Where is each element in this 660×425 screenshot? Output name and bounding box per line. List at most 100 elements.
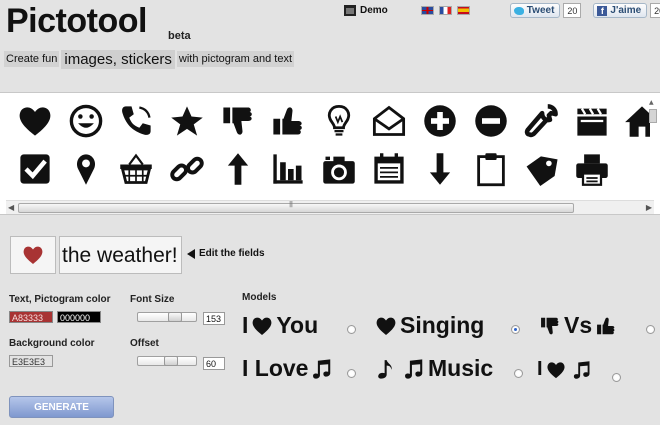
font-size-value[interactable]: 153 [203, 312, 225, 325]
tagline: Create fun images, stickers with pictogr… [4, 48, 295, 70]
pictogram-horizontal-scrollbar[interactable]: ◀ ▶ [6, 200, 654, 214]
pictogram-panel: ◀ ▶ [0, 92, 660, 215]
model-text: Singing [400, 312, 485, 338]
map-pin-icon[interactable] [61, 145, 112, 193]
models-label: Models [242, 292, 277, 303]
edit-hint-label: Edit the fields [199, 248, 265, 259]
smiley-icon[interactable] [61, 97, 112, 145]
language-flags [420, 6, 470, 15]
clapperboard-small-icon [344, 5, 356, 16]
model-text: Music [428, 355, 494, 381]
up-arrow-icon[interactable] [212, 145, 263, 193]
pictogram-grid [10, 97, 650, 201]
single-note-icon [378, 359, 392, 379]
font-size-slider[interactable] [137, 312, 197, 322]
pictogram-row [10, 145, 650, 193]
bar-chart-icon[interactable] [263, 145, 314, 193]
tagline-highlight: images, stickers [61, 49, 175, 69]
heart-icon [23, 246, 43, 264]
background-color-label: Background color [9, 338, 95, 349]
thumbs-up-icon[interactable] [263, 97, 314, 145]
scroll-right-arrow-icon[interactable]: ▶ [646, 203, 652, 212]
like-widget: f J'aime 20 [593, 3, 660, 18]
model-i-love-note[interactable]: I Love [242, 355, 336, 382]
offset-label: Offset [130, 338, 159, 349]
like-label: J'aime [610, 5, 642, 16]
plus-circle-icon[interactable] [415, 97, 466, 145]
demo-link[interactable]: Demo [360, 5, 388, 16]
model-text: I Love [242, 355, 309, 381]
model-4-radio[interactable] [347, 369, 356, 378]
font-size-label: Font Size [130, 294, 175, 305]
horizontal-scroll-thumb[interactable] [18, 201, 574, 213]
pictogram-field[interactable] [10, 236, 56, 274]
left-triangle-icon [187, 248, 195, 259]
phone-icon[interactable] [111, 97, 162, 145]
clapperboard-icon[interactable] [567, 97, 618, 145]
checkbox-icon[interactable] [10, 145, 61, 193]
font-size-slider-thumb[interactable] [168, 312, 182, 322]
text-input[interactable]: the weather! [59, 236, 182, 274]
model-thumbs-vs[interactable]: Vs [536, 312, 620, 339]
text-color-input[interactable]: A83333 [9, 311, 53, 323]
offset-value[interactable]: 60 [203, 357, 225, 370]
house-icon[interactable] [617, 97, 650, 145]
like-count: 20 [650, 3, 660, 18]
tagline-start: Create fun [4, 51, 60, 67]
tweet-widget: Tweet 20 [509, 3, 582, 18]
offset-slider[interactable] [137, 356, 197, 366]
heart-icon [252, 317, 272, 335]
model-3-radio[interactable] [646, 325, 655, 334]
camera-icon[interactable] [314, 145, 365, 193]
background-color-input[interactable]: E3E3E3 [9, 355, 53, 367]
offset-slider-thumb[interactable] [164, 356, 178, 366]
flag-fr-icon[interactable] [438, 6, 452, 15]
down-arrow-icon[interactable] [415, 145, 466, 193]
pictogram-vertical-scrollbar[interactable] [648, 99, 658, 203]
model-text: Vs [564, 312, 593, 338]
calendar-icon[interactable] [364, 145, 415, 193]
model-5-radio[interactable] [514, 369, 523, 378]
tagline-end: with pictogram and text [176, 51, 295, 67]
music-note-icon [405, 358, 423, 379]
color-label: Text, Pictogram color [9, 294, 111, 305]
model-i-heart-you[interactable]: I You [242, 312, 318, 339]
flag-uk-icon[interactable] [420, 6, 434, 15]
model-heart-singing[interactable]: Singing [372, 312, 484, 339]
model-1-radio[interactable] [347, 325, 356, 334]
star-icon[interactable] [162, 97, 213, 145]
basket-icon[interactable] [111, 145, 162, 193]
tweet-count: 20 [563, 3, 582, 18]
tweet-button[interactable]: Tweet [509, 3, 561, 18]
flag-es-icon[interactable] [456, 6, 470, 15]
wrench-icon[interactable] [516, 97, 567, 145]
model-6-radio[interactable] [612, 373, 621, 382]
envelope-icon[interactable] [364, 97, 415, 145]
heart-icon[interactable] [10, 97, 61, 145]
like-button[interactable]: f J'aime [593, 3, 648, 18]
heart-icon [547, 361, 565, 378]
thumbs-up-icon [597, 317, 615, 334]
music-note-icon [313, 358, 331, 379]
clipboard-icon[interactable] [465, 145, 516, 193]
chain-link-icon[interactable] [162, 145, 213, 193]
model-i-heart-note[interactable]: I [537, 358, 595, 381]
pictogram-row [10, 97, 650, 145]
scroll-left-arrow-icon[interactable]: ◀ [8, 203, 14, 212]
facebook-icon: f [597, 5, 608, 16]
vertical-scroll-thumb[interactable] [649, 109, 657, 123]
printer-icon[interactable] [567, 145, 618, 193]
app-logo: Pictotool [6, 2, 147, 40]
thumbs-down-icon[interactable] [212, 97, 263, 145]
minus-circle-icon[interactable] [465, 97, 516, 145]
tweet-label: Tweet [526, 5, 555, 16]
model-text: You [276, 312, 319, 338]
generate-button[interactable]: GENERATE [9, 396, 114, 418]
pictogram-color-input[interactable]: 000000 [57, 311, 101, 323]
lightbulb-icon[interactable] [314, 97, 365, 145]
model-notes-music[interactable]: Music [372, 355, 493, 382]
model-2-radio[interactable] [511, 325, 520, 334]
tag-icon[interactable] [516, 145, 567, 193]
top-bar: Demo Tweet 20 f J'aime 20 [344, 3, 660, 18]
heart-icon [376, 317, 396, 335]
